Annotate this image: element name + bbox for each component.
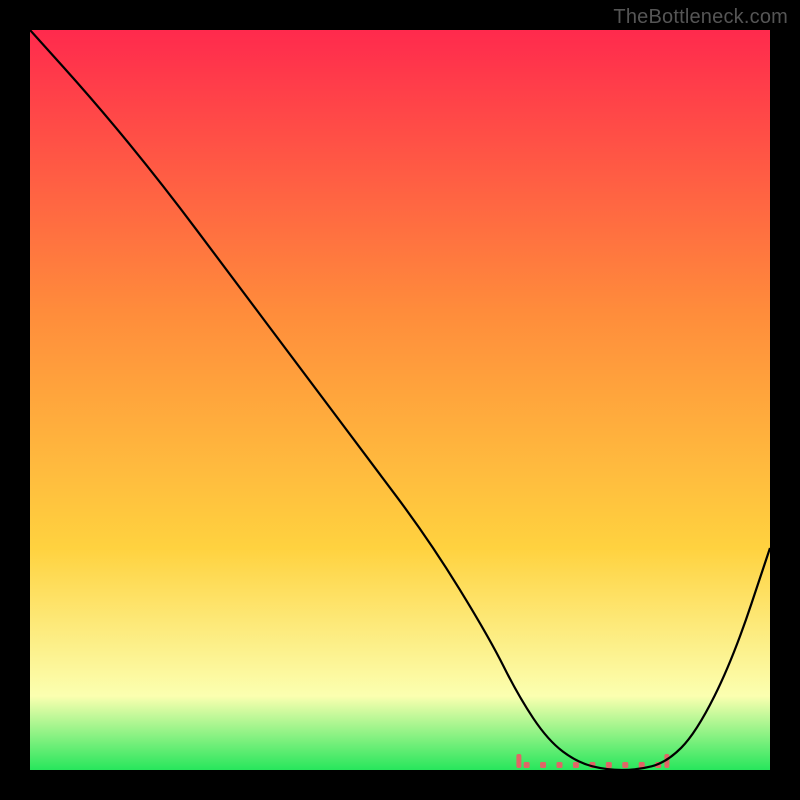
gradient-background <box>30 30 770 770</box>
chart-svg <box>30 30 770 770</box>
chart-container <box>30 30 770 770</box>
watermark-text: TheBottleneck.com <box>613 6 788 29</box>
